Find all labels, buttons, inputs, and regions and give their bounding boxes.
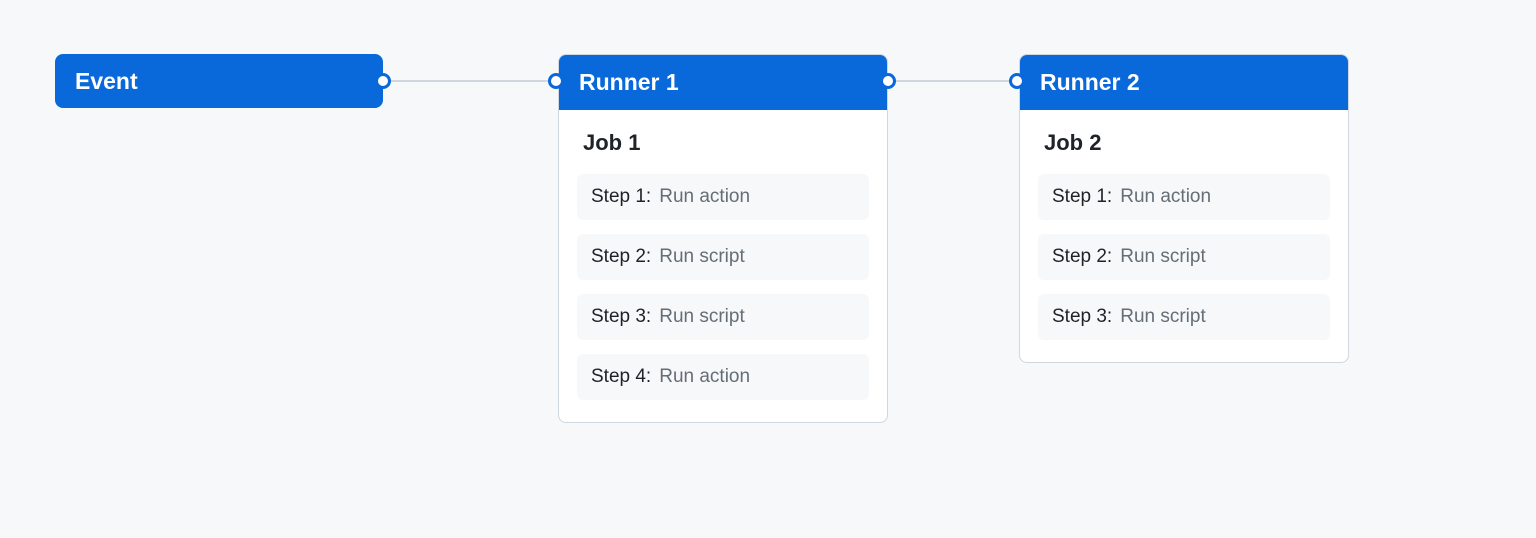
job-title: Job 2 (1020, 110, 1348, 168)
connector-dot-icon (375, 73, 391, 89)
runner-header: Runner 1 (559, 55, 887, 110)
runner-node: Runner 1 Job 1 Step 1: Run action Step 2… (558, 54, 888, 423)
step-item: Step 2: Run script (577, 234, 869, 280)
steps-list: Step 1: Run action Step 2: Run script St… (1020, 174, 1348, 362)
connector-line (375, 80, 565, 82)
step-item: Step 3: Run script (1038, 294, 1330, 340)
step-desc: Run action (659, 186, 750, 208)
step-item: Step 3: Run script (577, 294, 869, 340)
connector-line (880, 80, 1025, 82)
steps-list: Step 1: Run action Step 2: Run script St… (559, 174, 887, 422)
runner-header: Runner 2 (1020, 55, 1348, 110)
step-item: Step 1: Run action (1038, 174, 1330, 220)
runner-node: Runner 2 Job 2 Step 1: Run action Step 2… (1019, 54, 1349, 363)
runner-title: Runner 1 (579, 69, 679, 95)
step-label: Step 1: (1052, 186, 1112, 208)
job-title: Job 1 (559, 110, 887, 168)
event-title: Event (75, 68, 138, 95)
step-desc: Run script (1120, 246, 1206, 268)
connector-dot-icon (880, 73, 896, 89)
event-node: Event (55, 54, 383, 108)
step-label: Step 4: (591, 366, 651, 388)
step-label: Step 2: (1052, 246, 1112, 268)
connector-dot-icon (548, 73, 564, 89)
step-desc: Run script (1120, 306, 1206, 328)
runner-title: Runner 2 (1040, 69, 1140, 95)
step-desc: Run script (659, 306, 745, 328)
step-item: Step 4: Run action (577, 354, 869, 400)
step-label: Step 1: (591, 186, 651, 208)
step-desc: Run script (659, 246, 745, 268)
connector-dot-icon (1009, 73, 1025, 89)
step-desc: Run action (1120, 186, 1211, 208)
step-label: Step 3: (591, 306, 651, 328)
step-item: Step 1: Run action (577, 174, 869, 220)
step-desc: Run action (659, 366, 750, 388)
step-label: Step 2: (591, 246, 651, 268)
step-label: Step 3: (1052, 306, 1112, 328)
step-item: Step 2: Run script (1038, 234, 1330, 280)
workflow-diagram: Event Runner 1 Job 1 Step 1: Run action … (0, 0, 1536, 538)
